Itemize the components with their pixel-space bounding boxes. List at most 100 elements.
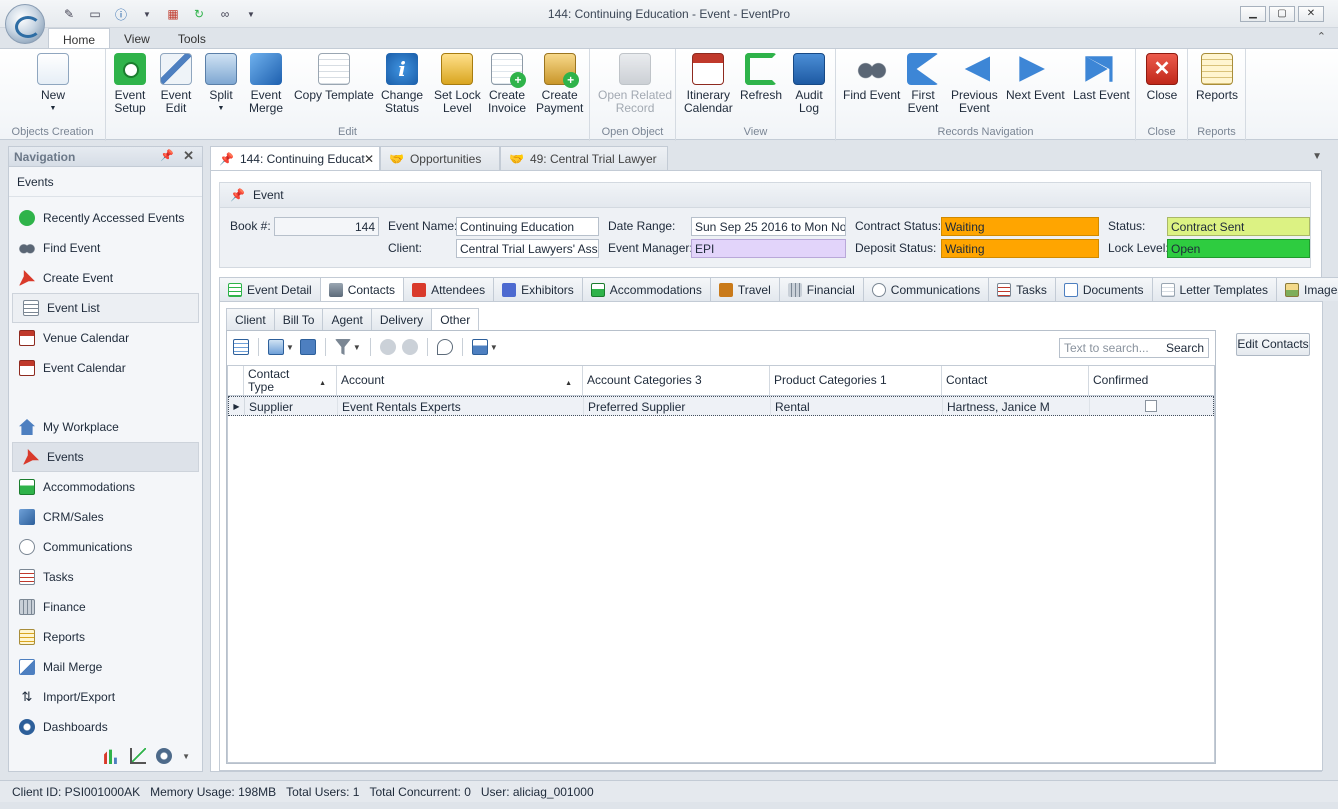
new-button[interactable]: New ▼	[37, 53, 69, 115]
column-contact[interactable]: Contact	[942, 366, 1089, 395]
layout-icon[interactable]	[268, 339, 284, 355]
dropdown-arrow-icon[interactable]: ▼	[286, 343, 294, 352]
minimize-button[interactable]: ▁	[1240, 6, 1266, 22]
nav-item-recently-accessed-events[interactable]: Recently Accessed Events	[9, 203, 202, 233]
tab-financial[interactable]: Financial	[778, 277, 864, 301]
column-product-categories-1[interactable]: Product Categories 1	[770, 366, 942, 395]
edit-contacts-button[interactable]: Edit Contacts	[1236, 333, 1310, 356]
tab-event-detail[interactable]: Event Detail	[219, 277, 321, 301]
doc-tab-event-144[interactable]: 📌 144: Continuing Educat ✕	[210, 146, 380, 170]
configure-arrow-icon[interactable]: ▼	[182, 752, 190, 761]
previous-event-button[interactable]: Previous Event	[951, 53, 998, 115]
nav-module-import-export[interactable]: ⇅ Import/Export	[9, 682, 202, 712]
nav-module-dashboards[interactable]: Dashboards	[9, 712, 202, 742]
first-event-button[interactable]: First Event	[907, 53, 939, 115]
confirmed-checkbox[interactable]	[1145, 400, 1157, 412]
refresh-button[interactable]: Refresh	[740, 53, 782, 102]
copy-template-button[interactable]: Copy Template	[294, 53, 374, 102]
column-account[interactable]: Account ▲	[337, 366, 583, 395]
cell-contact[interactable]: Hartness, Janice M	[943, 397, 1090, 415]
table-row[interactable]: ▶ Supplier Event Rentals Experts Preferr…	[228, 396, 1214, 416]
doc-tab-central-trial-lawyers[interactable]: 🤝 49: Central Trial Lawyer	[500, 146, 668, 170]
tab-exhibitors[interactable]: Exhibitors	[493, 277, 583, 301]
ribbon-tab-tools[interactable]: Tools	[164, 28, 220, 49]
tab-attendees[interactable]: Attendees	[403, 277, 495, 301]
pin-icon[interactable]: 📌	[160, 149, 174, 162]
close-button[interactable]: ✕ Close	[1146, 53, 1178, 102]
cell-product-categories-1[interactable]: Rental	[771, 397, 943, 415]
nav-module-reports[interactable]: Reports	[9, 622, 202, 652]
reports-button[interactable]: Reports	[1196, 53, 1238, 102]
tab-images[interactable]: Images	[1276, 277, 1338, 301]
event-merge-button[interactable]: Event Merge	[249, 53, 283, 115]
audit-log-button[interactable]: Audit Log	[793, 53, 825, 115]
gear-icon[interactable]	[156, 748, 173, 764]
move-down-icon[interactable]	[401, 339, 418, 355]
tab-tasks[interactable]: Tasks	[988, 277, 1056, 301]
subtab-client[interactable]: Client	[226, 308, 275, 330]
doc-tab-opportunities[interactable]: 🤝 Opportunities	[380, 146, 500, 170]
column-confirmed[interactable]: Confirmed	[1089, 366, 1214, 395]
tab-accommodations[interactable]: Accommodations	[581, 277, 711, 301]
nav-module-my-workplace[interactable]: My Workplace	[9, 412, 202, 442]
app-menu-button[interactable]	[5, 4, 45, 44]
nav-module-mail-merge[interactable]: Mail Merge	[9, 652, 202, 682]
column-account-categories-3[interactable]: Account Categories 3	[583, 366, 770, 395]
nav-module-crm-sales[interactable]: CRM/Sales	[9, 502, 202, 532]
columns-icon[interactable]	[299, 339, 316, 355]
cell-account-categories-3[interactable]: Preferred Supplier	[584, 397, 771, 415]
nav-item-event-list[interactable]: Event List	[12, 293, 199, 323]
last-event-button[interactable]: Last Event	[1073, 53, 1130, 102]
close-tab-icon[interactable]: ✕	[364, 152, 374, 166]
tab-travel[interactable]: Travel	[709, 277, 780, 301]
subtab-other[interactable]: Other	[431, 308, 480, 331]
dropdown-arrow-icon[interactable]: ▼	[353, 343, 361, 352]
nav-item-find-event[interactable]: Find Event	[9, 233, 202, 263]
nav-module-tasks[interactable]: Tasks	[9, 562, 202, 592]
create-payment-button[interactable]: Create Payment	[536, 53, 583, 115]
ribbon-collapse-icon[interactable]: ⌃	[1317, 30, 1326, 43]
line-chart-icon[interactable]	[130, 748, 147, 764]
subtab-agent[interactable]: Agent	[322, 308, 372, 330]
print-icon[interactable]	[471, 339, 488, 355]
set-lock-level-button[interactable]: Set Lock Level	[434, 53, 481, 115]
export-grid-icon[interactable]	[233, 339, 249, 355]
event-edit-button[interactable]: Event Edit	[160, 53, 192, 115]
filter-icon[interactable]	[334, 339, 351, 355]
nav-item-create-event[interactable]: Create Event	[9, 263, 202, 293]
open-related-record-button[interactable]: Open Related Record	[598, 53, 672, 115]
next-event-button[interactable]: Next Event	[1006, 53, 1065, 102]
nav-module-communications[interactable]: Communications	[9, 532, 202, 562]
tabs-dropdown-icon[interactable]: ▼	[1312, 151, 1322, 162]
column-contact-type[interactable]: Contact Type ▲	[244, 366, 337, 395]
ribbon-tab-home[interactable]: Home	[48, 28, 111, 49]
itinerary-calendar-button[interactable]: Itinerary Calendar	[684, 53, 733, 115]
nav-module-accommodations[interactable]: Accommodations	[9, 472, 202, 502]
find-icon[interactable]	[436, 339, 453, 355]
tab-documents[interactable]: Documents	[1054, 277, 1153, 301]
event-setup-button[interactable]: Event Setup	[114, 53, 146, 115]
tab-communications[interactable]: Communications	[862, 277, 990, 301]
maximize-button[interactable]: ▢	[1269, 6, 1295, 22]
find-event-button[interactable]: Find Event	[843, 53, 900, 102]
close-icon[interactable]: ✕	[183, 148, 194, 164]
tab-contacts[interactable]: Contacts	[319, 277, 405, 302]
tab-letter-templates[interactable]: Letter Templates	[1151, 277, 1278, 301]
subtab-delivery[interactable]: Delivery	[370, 308, 433, 330]
search-button[interactable]: Search	[1164, 341, 1208, 355]
ribbon-tab-view[interactable]: View	[110, 28, 164, 49]
nav-item-event-calendar[interactable]: Event Calendar	[9, 353, 202, 383]
close-window-button[interactable]: ✕	[1298, 6, 1324, 22]
cell-account[interactable]: Event Rentals Experts	[338, 397, 584, 415]
change-status-button[interactable]: i Change Status	[381, 53, 423, 115]
cell-contact-type[interactable]: Supplier	[245, 397, 338, 415]
split-button[interactable]: Split ▼	[205, 53, 237, 115]
nav-item-venue-calendar[interactable]: Venue Calendar	[9, 323, 202, 353]
nav-module-events[interactable]: Events	[12, 442, 199, 472]
dropdown-arrow-icon[interactable]: ▼	[490, 343, 498, 352]
search-input[interactable]	[1060, 341, 1164, 355]
move-up-icon[interactable]	[379, 339, 396, 355]
nav-module-finance[interactable]: Finance	[9, 592, 202, 622]
bar-chart-icon[interactable]	[104, 749, 117, 764]
subtab-bill-to[interactable]: Bill To	[273, 308, 324, 330]
